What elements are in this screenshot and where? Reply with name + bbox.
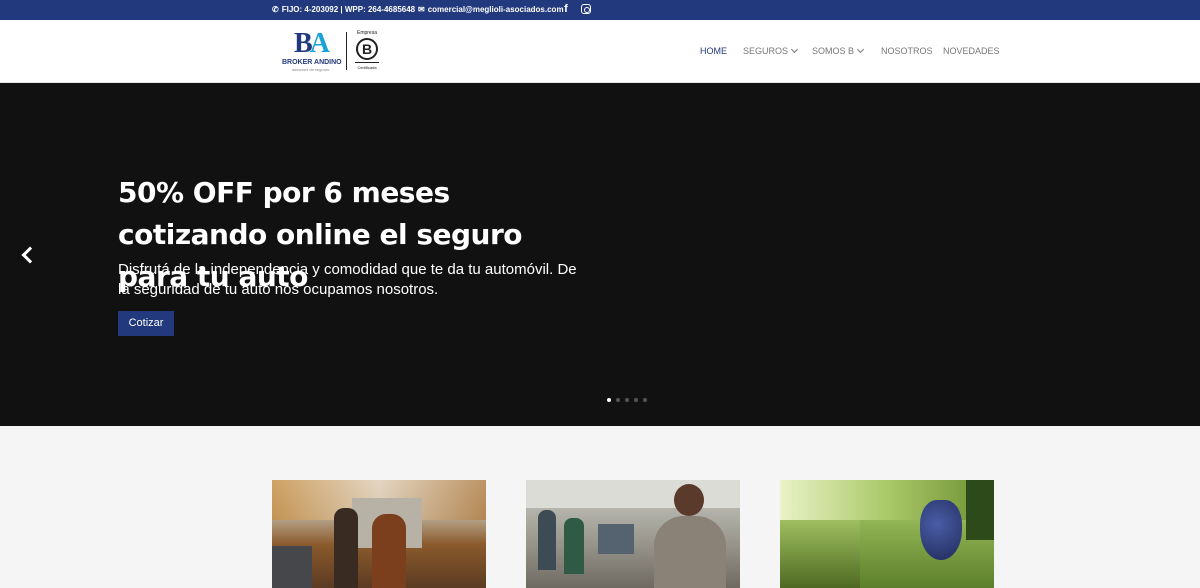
cotizar-button[interactable]: Cotizar — [118, 311, 174, 336]
chevron-down-icon — [856, 45, 865, 54]
vine-leaf — [966, 480, 994, 540]
nav-label: NOVEDADES — [943, 46, 1000, 56]
logo-mark-a: A — [309, 28, 330, 59]
grape-cluster — [920, 500, 962, 560]
site-header: BA BROKER ANDINO asesores de seguros Emp… — [0, 20, 1200, 83]
nav-nosotros[interactable]: NOSOTROS — [881, 46, 933, 56]
logo-mark-b: B — [294, 28, 313, 59]
nav-seguros[interactable]: SEGUROS — [743, 45, 799, 56]
slider-dots — [607, 398, 647, 402]
car-shape — [272, 546, 312, 588]
nav-label: SOMOS B — [812, 46, 855, 56]
email-info[interactable]: ✉ comercial@meglioli-asociados.com — [418, 5, 564, 14]
chevron-down-icon — [790, 45, 799, 54]
bcorp-logo: Empresa B Certificada — [353, 30, 381, 74]
slider-dot[interactable] — [634, 398, 638, 402]
person-shape — [564, 518, 584, 574]
person-shape — [538, 510, 556, 570]
woman-body — [654, 516, 726, 588]
vine-rows — [780, 520, 860, 588]
bcorp-top-text: Empresa — [356, 30, 377, 36]
bcorp-bar — [355, 62, 379, 63]
nav-label: SEGUROS — [743, 46, 789, 56]
nav-novedades[interactable]: NOVEDADES — [943, 46, 1000, 56]
family-photo-card[interactable] — [272, 480, 486, 588]
logo-mark: BA — [294, 28, 330, 59]
sky-leaves — [780, 480, 994, 520]
phone-info[interactable]: ✆ FIJO: 4-203092 | WPP: 264-4685648 — [272, 5, 415, 14]
logo-name: BROKER ANDINO — [282, 59, 342, 66]
vineyard-photo-card[interactable] — [780, 480, 994, 588]
office-wall — [526, 480, 740, 508]
slider-dot[interactable] — [616, 398, 620, 402]
broker-andino-logo[interactable]: BA BROKER ANDINO asesores de seguros — [282, 28, 344, 73]
phone-icon: ✆ — [272, 5, 279, 14]
bcorp-bottom-text: Certificada — [357, 65, 377, 70]
envelope-icon: ✉ — [418, 5, 425, 14]
instagram-icon[interactable] — [581, 4, 591, 14]
office-photo-card[interactable] — [526, 480, 740, 588]
hero-description: Disfrutá de la independencia y comodidad… — [118, 261, 577, 298]
email-text: comercial@meglioli-asociados.com — [427, 5, 564, 14]
top-bar: ✆ FIJO: 4-203092 | WPP: 264-4685648 ✉ co… — [0, 0, 1200, 20]
slider-dot[interactable] — [643, 398, 647, 402]
bcorp-letter: B — [356, 38, 378, 60]
nav-label: NOSOTROS — [881, 46, 933, 56]
nav-home[interactable]: HOME — [700, 46, 727, 56]
desk-shape — [598, 524, 634, 554]
hero-slider: 50% OFF por 6 meses cotizando online el … — [0, 83, 1200, 426]
phone-text: FIJO: 4-203092 | WPP: 264-4685648 — [281, 5, 416, 14]
logo-subtitle: asesores de seguros — [292, 67, 330, 72]
nav-somos-b[interactable]: SOMOS B — [812, 45, 865, 56]
chevron-left-icon[interactable] — [20, 243, 36, 267]
nav-label: HOME — [700, 46, 727, 56]
woman-head — [674, 484, 704, 516]
logo-divider — [346, 32, 347, 70]
slider-dot[interactable] — [625, 398, 629, 402]
person-shape — [372, 514, 406, 588]
slider-dot[interactable] — [607, 398, 611, 402]
facebook-icon[interactable]: f — [562, 3, 570, 15]
person-shape — [334, 508, 358, 588]
